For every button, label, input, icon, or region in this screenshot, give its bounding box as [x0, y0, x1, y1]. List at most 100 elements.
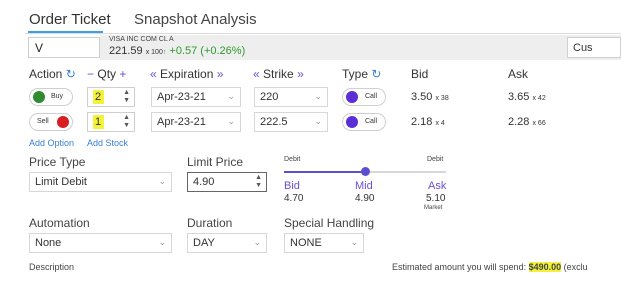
action-label: Sell [37, 118, 49, 125]
expiration-select[interactable]: Apr-23-21 ⌄ [151, 87, 241, 107]
estimate-amount: $490.00 [528, 262, 562, 272]
tab-snapshot-analysis[interactable]: Snapshot Analysis [134, 11, 257, 28]
qty-stepper[interactable]: 1 ▲ ▼ [87, 112, 135, 132]
order-type-select[interactable]: Cus [567, 37, 621, 58]
type-label: Call [365, 93, 378, 100]
chevron-down-icon: ⌄ [314, 91, 322, 101]
action-header-label: Action [29, 67, 63, 81]
limit-price-input[interactable]: 4.90 ▲ ▼ [187, 172, 267, 192]
expiration-prev-icon[interactable]: « [150, 67, 157, 81]
tab-order-ticket[interactable]: Order Ticket [29, 11, 111, 28]
last-price: 221.59 [109, 45, 143, 57]
slider-right-label: Debit [427, 156, 444, 163]
strike-prev-icon[interactable]: « [253, 67, 260, 81]
duration-label: Duration [187, 216, 233, 230]
strike-select[interactable]: 222.5 ⌄ [254, 112, 328, 132]
chevron-down-icon: ⌄ [350, 237, 358, 247]
strike-next-icon[interactable]: » [297, 67, 304, 81]
tab-divider [25, 33, 621, 34]
duration-value: DAY [193, 237, 215, 249]
bid-value: 2.18 [411, 116, 433, 128]
tick-up-icon: ↑ [162, 49, 167, 56]
price-type-select[interactable]: Limit Debit ⌄ [29, 172, 172, 192]
qty-stepper[interactable]: 2 ▲ ▼ [87, 87, 135, 107]
sell-dot-icon [57, 116, 69, 128]
special-handling-select[interactable]: NONE ⌄ [284, 233, 364, 253]
price-change: +0.57 (+0.26%) [169, 45, 246, 57]
security-name: VISA INC COM CL A [109, 36, 174, 43]
strike-value: 220 [260, 91, 279, 103]
estimate-prefix: Estimated amount you will spend: [392, 262, 529, 272]
action-toggle-sell[interactable]: Sell [29, 113, 73, 131]
symbol-input[interactable]: V [28, 37, 100, 58]
add-stock-link[interactable]: Add Stock [87, 138, 128, 148]
slider-ask-label[interactable]: Ask [428, 180, 446, 192]
quote-price-line: 221.59 x 100↑ +0.57 (+0.26%) [109, 45, 245, 57]
call-dot-icon [346, 116, 358, 128]
chevron-down-icon: ⌄ [253, 237, 261, 247]
last-size: x 100 [145, 49, 163, 56]
bid-value: 3.50 [411, 91, 433, 103]
strike-header-label: Strike [263, 67, 294, 81]
expiration-header-label: Expiration [160, 67, 214, 81]
type-toggle-call[interactable]: Call [342, 88, 386, 106]
automation-select[interactable]: None ⌄ [29, 233, 172, 253]
leg-ask: 3.65 x 42 [508, 91, 546, 103]
ask-header: Ask [508, 67, 529, 81]
action-header: Action ↻ [29, 67, 76, 81]
bid-size: x 38 [435, 95, 449, 102]
action-toggle-buy[interactable]: Buy [29, 88, 73, 106]
slider-ask-sub: Market [424, 205, 443, 211]
expiration-header: « Expiration » [150, 67, 223, 81]
type-label: Call [365, 118, 378, 125]
chevron-down-icon: ⌄ [227, 91, 235, 101]
expiration-next-icon[interactable]: » [217, 67, 224, 81]
duration-select[interactable]: DAY ⌄ [187, 233, 267, 253]
ask-size: x 42 [532, 95, 546, 102]
chevron-down-icon: ⌄ [158, 176, 166, 186]
limit-price-value: 4.90 [193, 176, 215, 188]
slider-ask-value: 5.10 [426, 193, 446, 204]
bid-size: x 4 [435, 120, 445, 127]
stepper-arrows-icon[interactable]: ▲ ▼ [123, 114, 130, 130]
bid-header: Bid [411, 67, 429, 81]
type-header: Type ↻ [342, 67, 381, 81]
automation-value: None [35, 237, 62, 249]
limit-price-label: Limit Price [187, 155, 244, 169]
buy-dot-icon [33, 91, 45, 103]
expiration-value: Apr-23-21 [157, 116, 206, 128]
estimated-amount: Estimated amount you will spend: $490.00… [392, 262, 588, 272]
price-type-value: Limit Debit [35, 176, 87, 188]
slider-bid-value: 4.70 [284, 193, 304, 204]
expiration-value: Apr-23-21 [157, 91, 206, 103]
add-option-link[interactable]: Add Option [29, 138, 74, 148]
description-label: Description [29, 262, 75, 272]
leg-ask: 2.28 x 66 [508, 116, 546, 128]
action-label: Buy [51, 93, 64, 100]
strike-select[interactable]: 220 ⌄ [254, 87, 328, 107]
qty-increase-icon[interactable]: + [119, 67, 126, 81]
qty-value: 2 [95, 91, 102, 103]
special-handling-value: NONE [290, 237, 322, 249]
price-slider-fill [284, 171, 365, 173]
chevron-down-icon: ⌄ [314, 116, 322, 126]
leg-bid: 2.18 x 4 [411, 116, 445, 128]
slider-left-label: Debit [284, 156, 301, 163]
qty-value: 1 [95, 116, 102, 128]
stepper-arrows-icon[interactable]: ▲ ▼ [123, 89, 130, 105]
refresh-icon[interactable]: ↻ [371, 67, 381, 81]
type-toggle-call[interactable]: Call [342, 113, 386, 131]
automation-label: Automation [29, 216, 90, 230]
leg-bid: 3.50 x 38 [411, 91, 449, 103]
slider-mid-label[interactable]: Mid [355, 180, 373, 192]
expiration-select[interactable]: Apr-23-21 ⌄ [151, 112, 241, 132]
qty-decrease-icon[interactable]: − [87, 67, 94, 81]
stepper-arrows-icon[interactable]: ▲ ▼ [255, 174, 262, 190]
estimate-suffix: (exclu [561, 262, 588, 272]
price-slider-handle[interactable] [361, 167, 370, 176]
slider-bid-label[interactable]: Bid [284, 180, 300, 192]
qty-header-label: Qty [97, 67, 117, 81]
price-type-label: Price Type [29, 155, 86, 169]
qty-header: − Qty + [87, 67, 126, 81]
refresh-icon[interactable]: ↻ [66, 67, 76, 81]
